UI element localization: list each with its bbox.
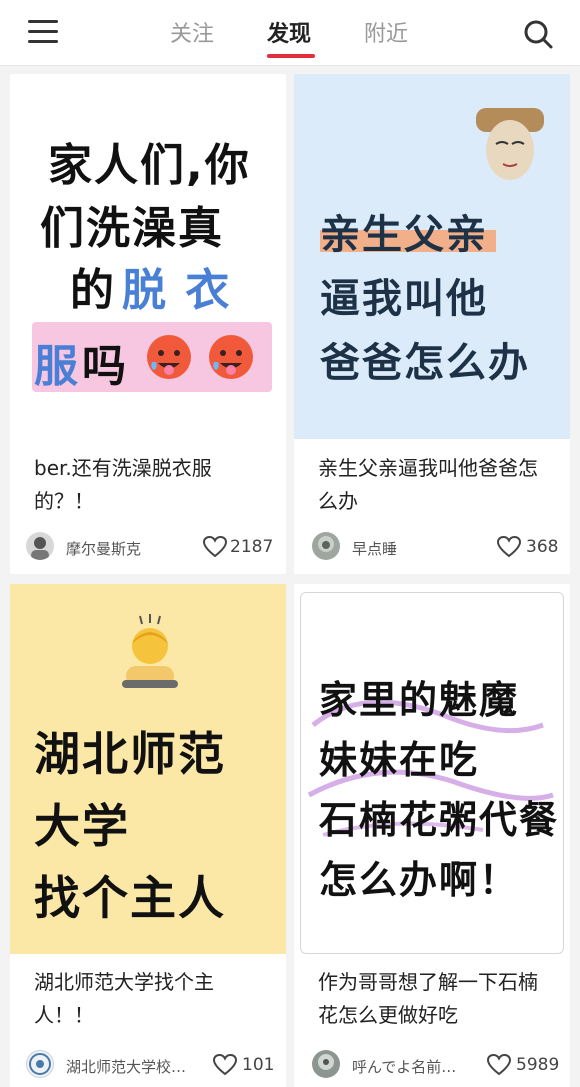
hot-face-emoji bbox=[147, 335, 191, 379]
tab-discover[interactable]: 发现 bbox=[267, 16, 311, 48]
post-caption[interactable]: 湖北师范大学找个主人！！ bbox=[34, 966, 268, 1032]
avatar[interactable] bbox=[312, 1050, 340, 1078]
cover-text-line: 怎么办啊！ bbox=[319, 858, 520, 902]
feed-card-3[interactable]: 湖北师范 大学 找个主人 湖北师范大学找个主人！！ 湖北师范大学校… 101 bbox=[10, 584, 286, 1087]
cover-text-line: 家里的魅魔 bbox=[319, 678, 520, 722]
avatar[interactable] bbox=[26, 532, 54, 560]
search-icon[interactable] bbox=[522, 18, 554, 50]
card-1-cover: 家人们,你 们洗澡真 的 脱 衣 服 吗 bbox=[10, 74, 286, 439]
menu-icon[interactable] bbox=[28, 20, 58, 44]
cover-text-highlight: 服 bbox=[34, 341, 80, 392]
cover-text-line: 爸爸怎么办 bbox=[320, 340, 530, 386]
post-caption[interactable]: 作为哥哥想了解一下石楠花怎么更做好吃 bbox=[318, 966, 552, 1032]
tab-following[interactable]: 关注 bbox=[170, 16, 214, 48]
like-count: 2187 bbox=[230, 537, 274, 557]
cover-text-line: 湖北师范 bbox=[34, 727, 226, 781]
heart-icon[interactable] bbox=[202, 535, 228, 559]
cover-text-line: 妹妹在吃 bbox=[319, 738, 480, 782]
statue-face-image bbox=[476, 108, 544, 180]
card-4-cover: 家里的魅魔 妹妹在吃 石楠花粥代餐 怎么办啊！ bbox=[300, 592, 564, 954]
author-name[interactable]: 摩尔曼斯克 bbox=[66, 538, 186, 559]
avatar[interactable] bbox=[26, 1050, 54, 1078]
cover-text-line: 的 bbox=[70, 265, 116, 316]
author-name[interactable]: 湖北师范大学校… bbox=[66, 1056, 206, 1077]
like-count: 101 bbox=[242, 1055, 275, 1075]
cover-text-line: 逼我叫他 bbox=[320, 276, 488, 322]
like-count: 5989 bbox=[516, 1055, 560, 1075]
card-2-cover: 亲生父亲 逼我叫他 爸爸怎么办 bbox=[294, 74, 570, 439]
feed-card-4[interactable]: 家里的魅魔 妹妹在吃 石楠花粥代餐 怎么办啊！ 作为哥哥想了解一下石楠花怎么更做… bbox=[294, 584, 570, 1087]
post-caption[interactable]: ber.还有洗澡脱衣服的？！ bbox=[34, 452, 268, 518]
card-3-cover: 湖北师范 大学 找个主人 bbox=[10, 584, 286, 954]
cover-text-line: 家人们,你 bbox=[48, 140, 251, 191]
avatar[interactable] bbox=[312, 532, 340, 560]
heart-icon[interactable] bbox=[212, 1053, 238, 1077]
heart-icon[interactable] bbox=[496, 535, 522, 559]
tab-nearby[interactable]: 附近 bbox=[364, 16, 408, 48]
cover-text-line: 找个主人 bbox=[34, 871, 226, 925]
cover-text-line: 亲生父亲 bbox=[320, 212, 488, 258]
author-name[interactable]: 呼んでよ名前… bbox=[352, 1056, 482, 1077]
hot-face-emoji bbox=[209, 335, 253, 379]
active-tab-indicator bbox=[267, 54, 315, 58]
post-caption[interactable]: 亲生父亲逼我叫他爸爸怎么办 bbox=[318, 452, 552, 518]
cover-text-highlight: 脱 衣 bbox=[122, 265, 232, 316]
cover-text-line: 大学 bbox=[34, 799, 130, 853]
cover-text-line: 吗 bbox=[82, 341, 128, 392]
person-bowing-emoji bbox=[122, 614, 178, 688]
heart-icon[interactable] bbox=[486, 1053, 512, 1077]
cover-text-line: 们洗澡真 bbox=[40, 203, 224, 254]
feed-card-2[interactable]: 亲生父亲 逼我叫他 爸爸怎么办 亲生父亲逼我叫他爸爸怎么办 早点睡 368 bbox=[294, 74, 570, 574]
author-name[interactable]: 早点睡 bbox=[352, 538, 472, 559]
feed-card-1[interactable]: 家人们,你 们洗澡真 的 脱 衣 服 吗 ber.还有洗澡脱衣服的？！ 摩尔曼斯… bbox=[10, 74, 286, 574]
like-count: 368 bbox=[526, 537, 559, 557]
top-navigation-bar: 关注 发现 附近 bbox=[0, 0, 580, 66]
cover-text-line: 石楠花粥代餐 bbox=[319, 798, 560, 842]
